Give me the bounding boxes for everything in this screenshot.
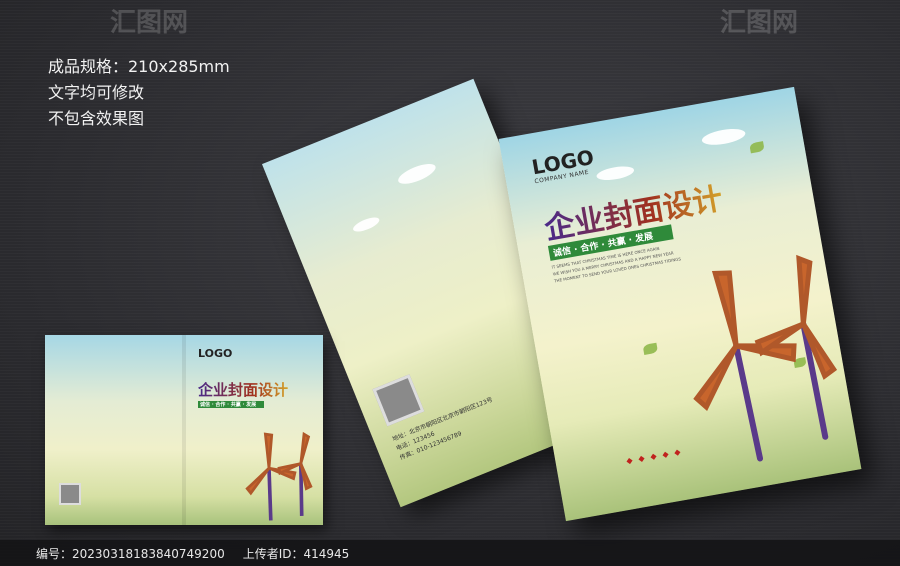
image-id: 编号：20230318183840749200 <box>36 546 225 561</box>
decor-diamonds: ◆◆◆◆◆ <box>625 446 688 466</box>
cover-slogan: 诚信 · 合作 · 共赢 · 发展 <box>198 401 265 408</box>
cloud <box>395 159 439 188</box>
wind-turbine-icon <box>245 431 313 521</box>
spread-back <box>45 335 184 525</box>
leaf <box>642 342 659 355</box>
spine <box>182 335 186 525</box>
flat-spread-preview: LOGO 企业封面设计 诚信 · 合作 · 共赢 · 发展 <box>45 335 323 525</box>
uploader-id: 上传者ID：414945 <box>242 546 350 561</box>
cloud <box>595 164 636 183</box>
logo-text: LOGO <box>198 347 233 360</box>
watermark-top-right: 汇图网 <box>720 8 799 38</box>
spec-editable: 文字均可修改 <box>48 83 145 102</box>
watermark-top: 汇图网 <box>110 8 189 38</box>
spread-front: LOGO 企业封面设计 诚信 · 合作 · 共赢 · 发展 <box>184 335 323 525</box>
qr-code-placeholder <box>59 483 81 505</box>
leaf <box>749 141 765 154</box>
spec-no-effect: 不包含效果图 <box>48 109 145 128</box>
footer-bar: 编号：20230318183840749200 上传者ID：414945 <box>0 540 900 566</box>
spec-size: 成品规格：210x285mm <box>48 57 230 76</box>
spec-text: 成品规格：210x285mm 文字均可修改 不包含效果图 <box>48 54 230 132</box>
cloud <box>700 126 747 148</box>
qr-code-placeholder <box>372 374 425 427</box>
cover-title: 企业封面设计 <box>198 381 289 399</box>
cloud <box>351 214 382 235</box>
